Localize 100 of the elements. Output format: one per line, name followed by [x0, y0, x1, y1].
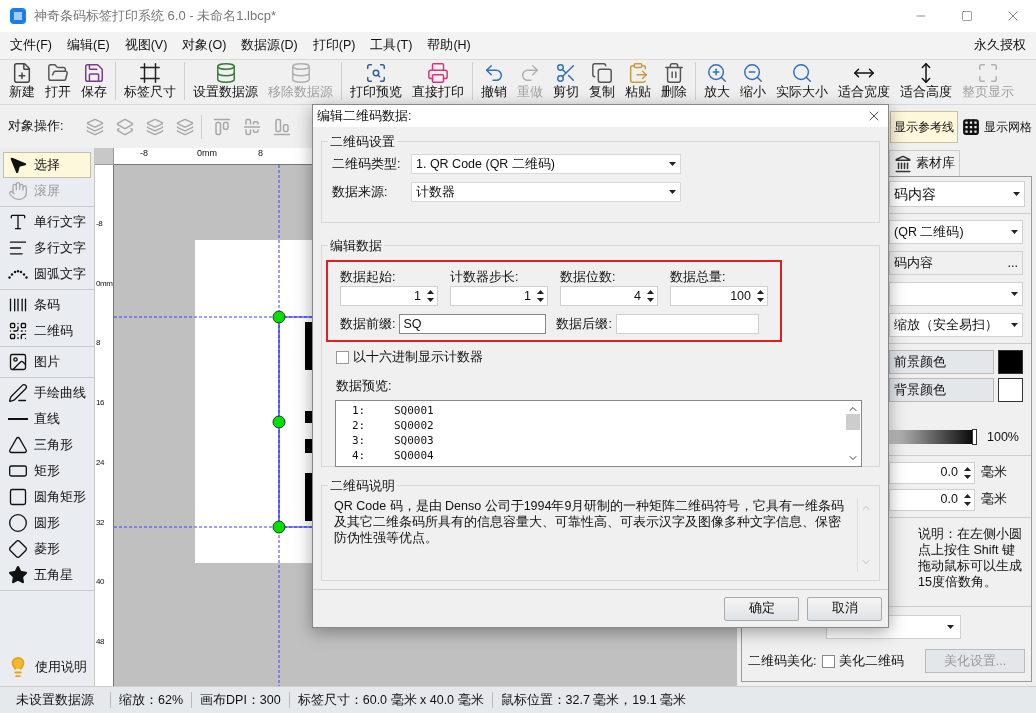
slider-thumb[interactable]: [972, 429, 977, 446]
scale-dropdown[interactable]: 缩放（安全易扫）: [889, 313, 1023, 337]
tool-item[interactable]: 五角星: [3, 562, 91, 588]
row-index: 1:: [352, 402, 367, 418]
toolbar-button[interactable]: 适合宽度: [833, 62, 895, 102]
dropdown[interactable]: 1. QR Code (QR 二维码): [411, 154, 681, 174]
beautify-checkbox[interactable]: [822, 654, 836, 668]
undo-icon: [483, 62, 505, 84]
hex-checkbox[interactable]: [336, 350, 349, 364]
clipboard-icon: [627, 62, 649, 84]
diamond-icon: [8, 539, 28, 559]
help-item[interactable]: 使用说明: [3, 652, 91, 682]
opacity-slider[interactable]: [889, 430, 977, 445]
file-plus-icon: [11, 62, 33, 84]
tool-item[interactable]: 三角形: [3, 432, 91, 458]
tool-item[interactable]: 直线: [3, 406, 91, 432]
tool-item[interactable]: 矩形: [3, 458, 91, 484]
view-toggle-button[interactable]: 显示参考线: [890, 110, 958, 143]
menu-item[interactable]: 工具(T): [364, 36, 419, 55]
tool-item[interactable]: 手绘曲线: [3, 380, 91, 406]
toolbar-button[interactable]: 实际大小: [771, 62, 833, 102]
tool-item[interactable]: 单行文字: [3, 209, 91, 235]
tool-item[interactable]: 圆形: [3, 510, 91, 536]
field-label: 数据总量:: [670, 269, 727, 286]
text-field[interactable]: [615, 314, 759, 334]
color-swatch[interactable]: [998, 350, 1023, 374]
toolbar-button[interactable]: 删除: [656, 62, 692, 102]
toolbar-button[interactable]: 设置数据源: [188, 62, 263, 102]
zoom-in-icon: [706, 62, 728, 84]
toolbar-button[interactable]: 缩小: [735, 62, 771, 102]
ruler-label: 24: [96, 457, 105, 468]
tool-item[interactable]: 多行文字: [3, 235, 91, 261]
color-button[interactable]: 前景颜色: [889, 350, 994, 374]
menu-item[interactable]: 编辑(E): [60, 36, 116, 55]
tool-item[interactable]: 圆弧文字: [3, 261, 91, 287]
toolbar-button[interactable]: 剪切: [548, 62, 584, 102]
offset-spinner[interactable]: 0.0: [889, 461, 975, 484]
field-label: 数据位数:: [560, 269, 617, 286]
image-icon: [8, 352, 28, 372]
menu-item[interactable]: 打印(P): [306, 36, 362, 55]
dialog-button[interactable]: 确定: [724, 596, 799, 621]
description-text: QR Code 码，是由 Denso 公司于1994年9月研制的一种矩阵二维码符号，它具有一维条码及其它二维条码所具有的信息容量大、可靠性高、可表示汉字及图像多种文字信息、保密防伪性强等优点。: [334, 498, 846, 547]
folder-icon: [47, 62, 69, 84]
caret-icon: [947, 625, 954, 629]
toolbar-button[interactable]: 撤销: [476, 62, 512, 102]
library-tab[interactable]: 素材库: [889, 150, 960, 176]
text-field[interactable]: SQ: [399, 314, 547, 334]
view-toggle-button[interactable]: 显示网格: [958, 110, 1036, 143]
menu-item[interactable]: 文件(F): [4, 36, 58, 55]
toolbar-button[interactable]: 粘贴: [620, 62, 656, 102]
content-field[interactable]: 码内容 ...: [889, 251, 1023, 275]
tool-item[interactable]: 选择: [3, 152, 91, 178]
bank-icon: [894, 154, 912, 173]
toolbar-button[interactable]: 复制: [584, 62, 620, 102]
menu-item[interactable]: 对象(O): [176, 36, 233, 55]
ruler-label: 48: [96, 636, 105, 647]
number-spinner[interactable]: 1: [340, 286, 438, 306]
toolbar-button[interactable]: 标签尺寸: [119, 62, 181, 102]
expand-icon: [977, 62, 999, 84]
row-index: 2:: [352, 417, 367, 433]
scrollbar[interactable]: [857, 498, 873, 572]
toolbar-button[interactable]: 保存: [76, 62, 112, 102]
database-icon: [289, 62, 312, 84]
scan-search-icon: [365, 62, 387, 84]
preview-value: SQ0003: [394, 432, 434, 448]
layers-icon: [146, 117, 165, 136]
spin-arrows-icon: [427, 289, 434, 303]
opacity-reading: 100%: [987, 429, 1019, 446]
dialog-button[interactable]: 取消: [807, 596, 882, 621]
grid-icon: [962, 117, 980, 136]
toolbar-button[interactable]: 适合高度: [895, 62, 957, 102]
tool-item[interactable]: 条码: [3, 292, 91, 318]
option-dropdown[interactable]: [889, 282, 1023, 306]
unit-label: 毫米: [981, 464, 1007, 482]
menu-item[interactable]: 视图(V): [118, 36, 174, 55]
dropdown[interactable]: 计数器: [411, 182, 681, 202]
spin-arrows-icon: [647, 289, 654, 303]
toolbar-button[interactable]: 打印预览: [345, 62, 407, 102]
toolbar-button[interactable]: 新建: [4, 62, 40, 102]
tool-item[interactable]: 二维码: [3, 318, 91, 344]
tool-item[interactable]: 圆角矩形: [3, 484, 91, 510]
caret-icon: [1011, 292, 1018, 296]
menu-item[interactable]: 帮助(H): [421, 36, 477, 55]
field-label: 数据后缀:: [556, 315, 612, 333]
type-dropdown[interactable]: (QR 二维码): [889, 220, 1023, 244]
toolbar-button[interactable]: 直接打印: [407, 62, 469, 102]
number-spinner[interactable]: 100: [670, 286, 768, 306]
offset-spinner[interactable]: 0.0: [889, 488, 975, 511]
number-spinner[interactable]: 1: [450, 286, 548, 306]
caret-icon: [669, 162, 676, 166]
field-label: 计数器步长:: [450, 269, 520, 286]
toolbar-button[interactable]: 放大: [699, 62, 735, 102]
number-spinner[interactable]: 4: [560, 286, 658, 306]
content-dropdown[interactable]: 码内容: [889, 181, 1025, 207]
tool-item[interactable]: 菱形: [3, 536, 91, 562]
color-button[interactable]: 背景颜色: [889, 378, 994, 402]
tool-item[interactable]: 图片: [3, 349, 91, 375]
menu-item[interactable]: 数据源(D): [235, 36, 304, 55]
toolbar-button[interactable]: 打开: [40, 62, 76, 102]
color-swatch[interactable]: [998, 378, 1023, 402]
